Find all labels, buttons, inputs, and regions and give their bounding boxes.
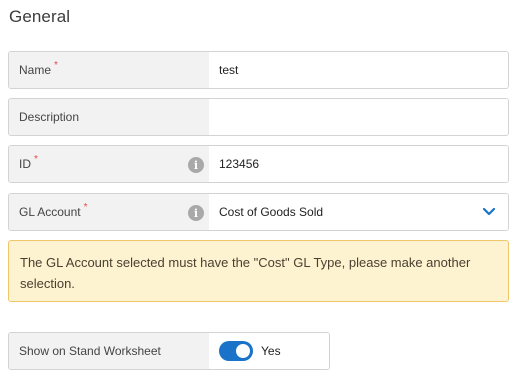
id-field: ID * i: [8, 145, 509, 183]
gl-account-selected-value: Cost of Goods Sold: [219, 205, 324, 219]
gl-account-label-cell: GL Account * i: [9, 194, 209, 230]
id-label: ID: [19, 157, 31, 171]
stand-worksheet-label: Show on Stand Worksheet: [19, 344, 161, 358]
gl-type-warning: The GL Account selected must have the "C…: [8, 240, 509, 302]
name-field: Name *: [8, 51, 509, 89]
name-label: Name: [19, 63, 52, 77]
required-mark: *: [83, 201, 88, 213]
warning-text: The GL Account selected must have the "C…: [20, 255, 471, 291]
required-mark: *: [54, 59, 58, 71]
description-field: Description: [8, 98, 509, 136]
description-label: Description: [19, 110, 80, 124]
toggle-state-text: Yes: [261, 344, 281, 358]
id-input[interactable]: [209, 146, 508, 182]
toggle-knob: [236, 344, 250, 358]
description-input[interactable]: [209, 99, 508, 135]
stand-worksheet-toggle-area: Yes: [209, 333, 329, 369]
stand-worksheet-field: Show on Stand Worksheet Yes: [8, 332, 330, 370]
description-label-cell: Description: [9, 99, 209, 135]
gl-account-select[interactable]: Cost of Goods Sold: [209, 194, 508, 230]
chevron-down-icon[interactable]: [482, 207, 496, 217]
info-icon[interactable]: i: [188, 157, 204, 173]
id-label-cell: ID * i: [9, 146, 209, 182]
stand-worksheet-label-cell: Show on Stand Worksheet: [9, 333, 209, 369]
general-form: General Name* Description ID* i GL Accou…: [0, 0, 519, 378]
info-icon[interactable]: i: [188, 205, 204, 221]
gl-account-field: GL Account * i Cost of Goods Sold: [8, 193, 509, 231]
name-label-cell: Name *: [9, 52, 209, 88]
section-title: General: [9, 7, 71, 26]
stand-worksheet-toggle[interactable]: [219, 341, 253, 361]
required-mark: *: [34, 153, 38, 165]
name-input[interactable]: [209, 52, 508, 88]
gl-account-label: GL Account: [19, 205, 81, 219]
